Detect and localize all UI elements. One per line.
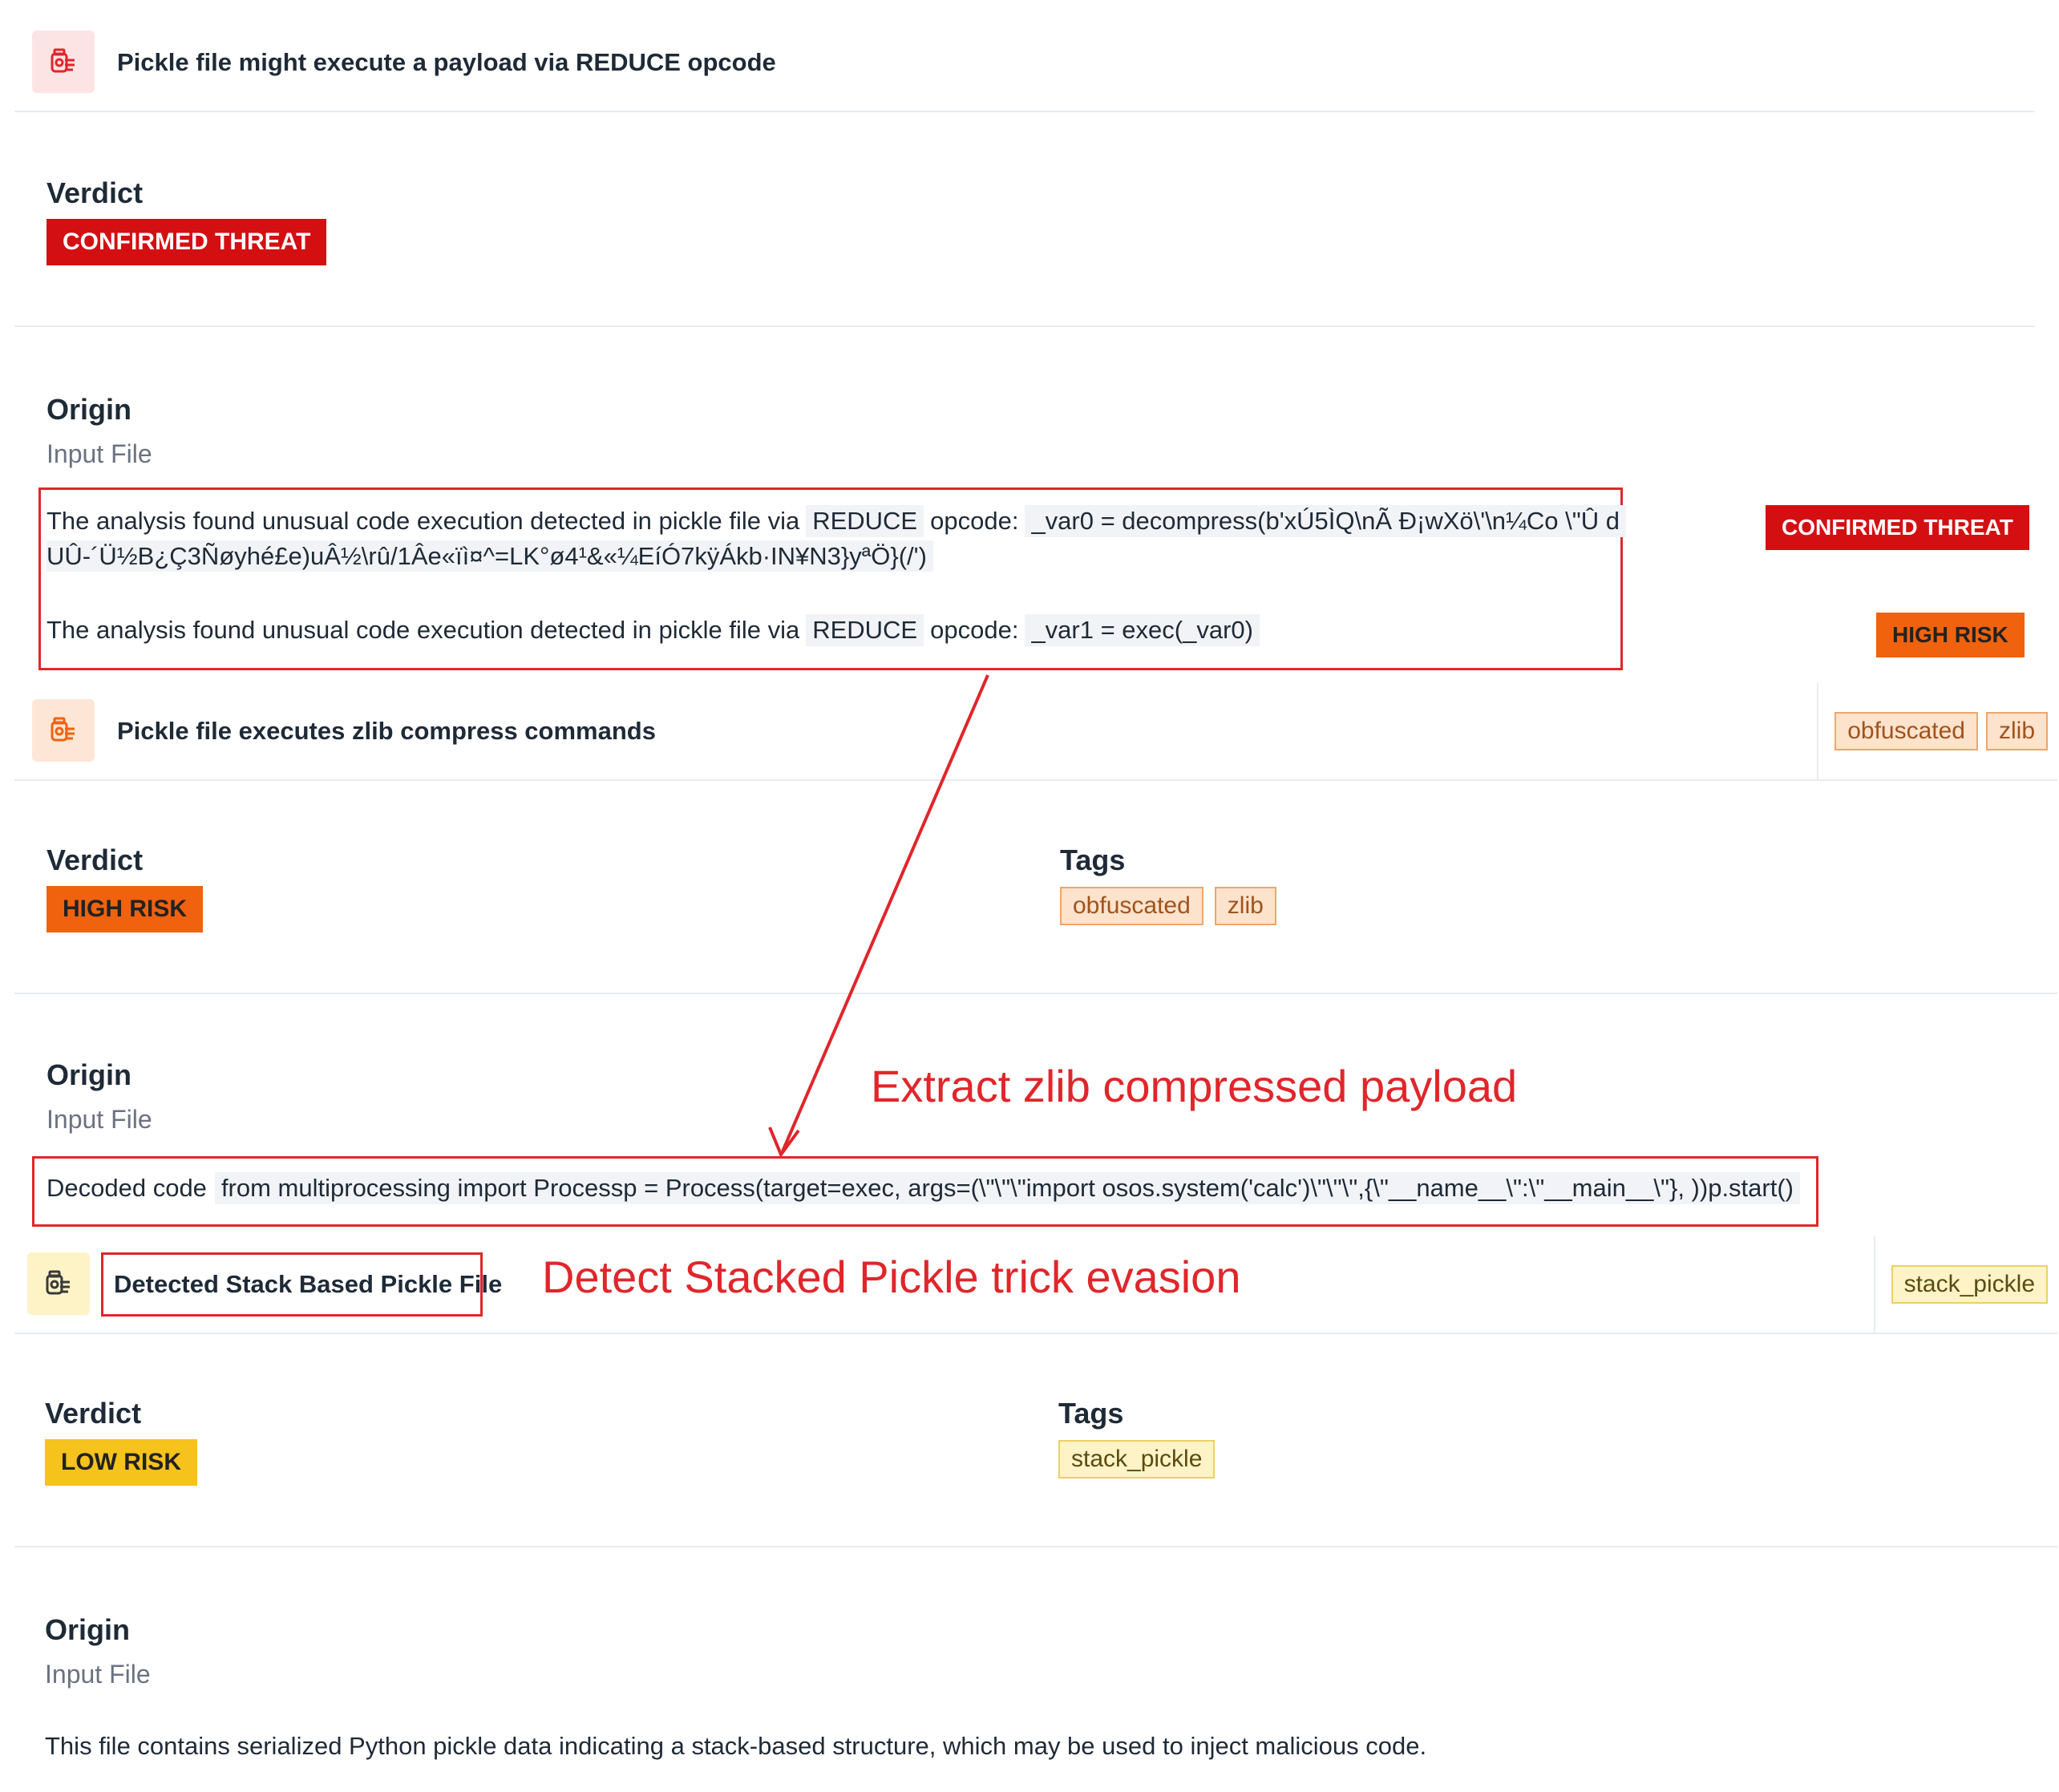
section3-title: Detected Stack Based Pickle File (114, 1270, 503, 1298)
tag-stack-pickle[interactable]: stack_pickle (1058, 1440, 1216, 1479)
header-tag-stack-pickle[interactable]: stack_pickle (1891, 1265, 2048, 1304)
section3-divider (14, 1546, 2057, 1547)
section3-origin-value: Input File (45, 1660, 151, 1689)
pickle-jar-icon (27, 1252, 90, 1315)
section3-origin-label: Origin (45, 1613, 130, 1646)
section3-header-tags: stack_pickle (1873, 1236, 2057, 1333)
section3-verdict-badge: LOW RISK (45, 1439, 197, 1486)
section3-description: This file contains serialized Python pic… (45, 1732, 1427, 1760)
section3-tags: stack_pickle (1058, 1440, 1216, 1479)
section3-tags-label: Tags (1058, 1397, 1124, 1430)
annotation-stacked: Detect Stacked Pickle trick evasion (542, 1252, 1241, 1302)
section3-verdict-label: Verdict (45, 1397, 142, 1430)
annotation-arrow (768, 674, 989, 1159)
